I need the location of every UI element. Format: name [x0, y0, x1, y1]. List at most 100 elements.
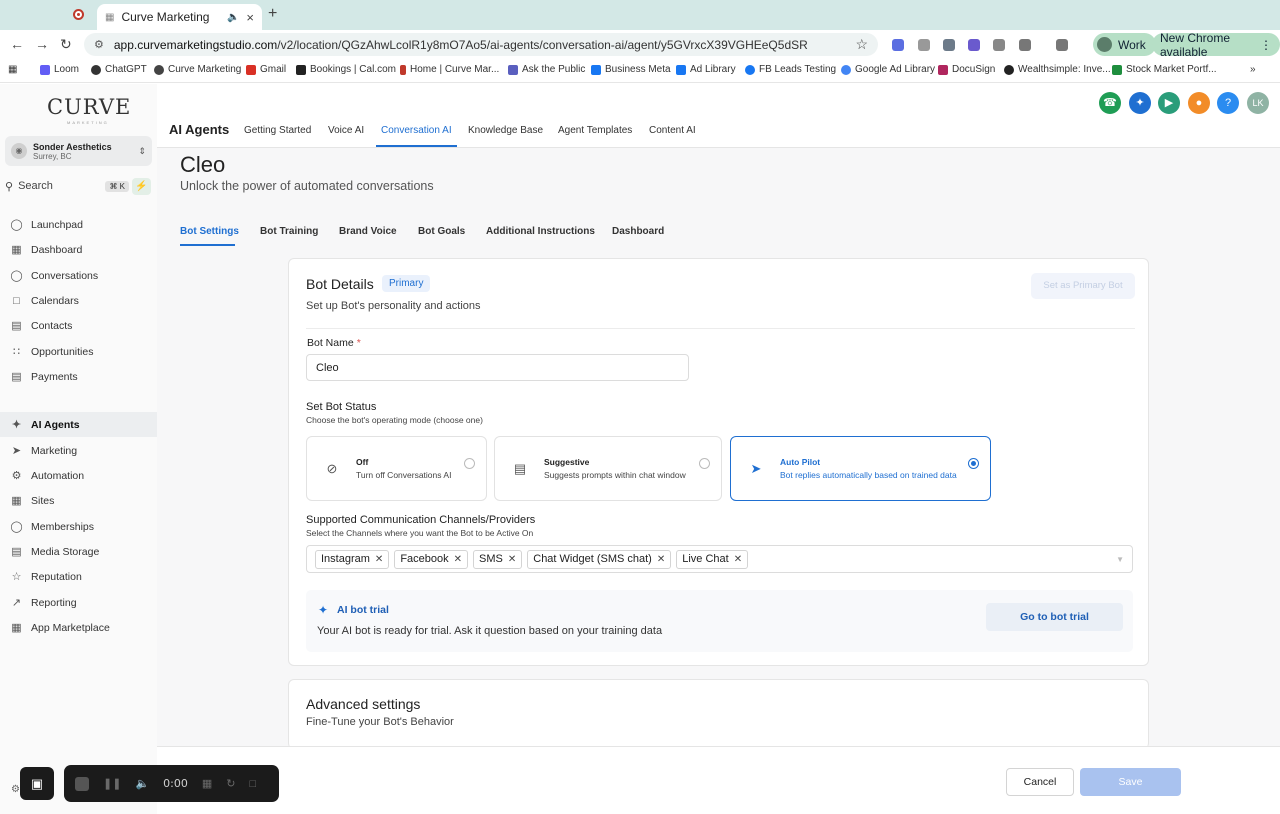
profile-button[interactable]: Work: [1093, 33, 1156, 56]
extension-icon[interactable]: [943, 39, 955, 51]
tab-dashboard[interactable]: Dashboard: [612, 226, 664, 237]
bookmark-item[interactable]: ChatGPT: [91, 64, 147, 75]
sidebar-item-media-storage[interactable]: ▤ Media Storage: [0, 539, 157, 564]
megaphone-icon[interactable]: ▶: [1158, 92, 1180, 114]
radio-suggestive[interactable]: [699, 458, 710, 469]
status-option-off[interactable]: ⊘ Off Turn off Conversations AI: [306, 436, 487, 501]
bookmark-item[interactable]: Business Meta: [591, 64, 671, 75]
url-text[interactable]: app.curvemarketingstudio.com/v2/location…: [114, 38, 846, 52]
tab-content-ai[interactable]: Content AI: [649, 125, 696, 136]
sidebar-item-reputation[interactable]: ☆ Reputation: [0, 564, 157, 589]
bookmark-item[interactable]: Home | Curve Mar...: [400, 64, 499, 75]
tab-bot-settings[interactable]: Bot Settings: [180, 226, 239, 237]
quick-action-bolt-icon[interactable]: ⚡: [132, 178, 151, 195]
bookmark-item[interactable]: Google Ad Library: [841, 64, 935, 75]
remove-chip-icon[interactable]: ✕: [508, 554, 516, 565]
grid-icon[interactable]: ▦: [202, 777, 212, 790]
back-button[interactable]: ←: [10, 36, 24, 52]
bookmark-item[interactable]: Bookings | Cal.com: [296, 64, 396, 75]
site-settings-icon[interactable]: ⚙: [94, 38, 104, 51]
sidebar-item-sites[interactable]: ▦ Sites: [0, 488, 157, 513]
tab-agent-templates[interactable]: Agent Templates: [558, 125, 632, 136]
stop-recording-icon[interactable]: [75, 776, 89, 791]
sidebar-item-contacts[interactable]: ▤ Contacts: [0, 313, 157, 338]
tab-voice-ai[interactable]: Voice AI: [328, 125, 364, 136]
bookmark-item[interactable]: FB Leads Testing: [745, 64, 836, 75]
status-option-suggestive[interactable]: ▤ Suggestive Suggests prompts within cha…: [494, 436, 722, 501]
bookmark-item[interactable]: Stock Market Portf...: [1112, 64, 1217, 75]
sidebar-item-automation[interactable]: ⚙ Automation: [0, 463, 157, 488]
sidebar-item-memberships[interactable]: ◯ Memberships: [0, 514, 157, 539]
set-primary-bot-button[interactable]: Set as Primary Bot: [1031, 273, 1135, 299]
more-menu-icon[interactable]: ⋮: [1260, 38, 1272, 52]
go-to-bot-trial-button[interactable]: Go to bot trial: [986, 603, 1123, 631]
extension-icon[interactable]: [918, 39, 930, 51]
channels-multiselect[interactable]: Instagram ✕ Facebook ✕ SMS ✕ Chat Widget (S…: [306, 545, 1133, 573]
remove-chip-icon[interactable]: ✕: [734, 554, 742, 565]
advanced-settings-card[interactable]: Advanced settings Fine-Tune your Bot's B…: [288, 679, 1149, 749]
sidebar-item-reporting[interactable]: ↗ Reporting: [0, 590, 157, 615]
bookmark-item[interactable]: DocuSign: [938, 64, 995, 75]
bookmark-item[interactable]: Curve Marketing: [154, 64, 241, 75]
sidebar-item-opportunities[interactable]: ∷ Opportunities: [0, 339, 157, 364]
tab-getting-started[interactable]: Getting Started: [244, 125, 311, 136]
remove-chip-icon[interactable]: ✕: [454, 554, 462, 565]
browser-tab[interactable]: ▦ Curve Marketing 🔈 ×: [97, 4, 262, 30]
bookmark-item[interactable]: Loom: [40, 64, 79, 75]
extension-icon[interactable]: [892, 39, 904, 51]
audio-icon[interactable]: 🔈: [227, 12, 239, 23]
sidebar-item-dashboard[interactable]: ▦ Dashboard: [0, 237, 157, 262]
extension-icon[interactable]: [968, 39, 980, 51]
phone-icon[interactable]: ☎: [1099, 92, 1121, 114]
sidebar-item-app-marketplace[interactable]: ▦ App Marketplace: [0, 615, 157, 640]
tab-bot-training[interactable]: Bot Training: [260, 226, 318, 237]
sidebar-item-ai-agents[interactable]: ✦ AI Agents: [0, 412, 157, 437]
radio-auto-pilot[interactable]: [968, 458, 979, 469]
reload-button[interactable]: ↻: [60, 36, 72, 53]
bookmark-item[interactable]: Gmail: [246, 64, 286, 75]
tab-knowledge-base[interactable]: Knowledge Base: [468, 125, 543, 136]
save-button[interactable]: Save: [1080, 768, 1181, 796]
trash-icon[interactable]: □: [249, 778, 256, 790]
mute-icon[interactable]: 🔈: [135, 777, 149, 790]
tab-brand-voice[interactable]: Brand Voice: [339, 226, 397, 237]
camera-icon[interactable]: ▣: [20, 767, 54, 800]
camera-extension-icon[interactable]: [993, 39, 1005, 51]
sidebar-search[interactable]: ⚲ Search ⌘ K: [5, 177, 129, 195]
bell-icon[interactable]: ●: [1188, 92, 1210, 114]
remove-chip-icon[interactable]: ✕: [375, 554, 383, 565]
sidebar-item-marketing[interactable]: ➤ Marketing: [0, 438, 157, 463]
bookmark-item[interactable]: Wealthsimple: Inve...: [1004, 64, 1111, 75]
close-tab-icon[interactable]: ×: [246, 10, 254, 25]
restart-icon[interactable]: ↻: [226, 777, 235, 790]
bookmark-item[interactable]: Ask the Public: [508, 64, 585, 75]
chrome-update-button[interactable]: New Chrome available ⋮: [1152, 31, 1280, 59]
address-bar[interactable]: ⚙ app.curvemarketingstudio.com/v2/locati…: [84, 33, 878, 56]
sidebar-item-launchpad[interactable]: ◯ Launchpad: [0, 212, 157, 237]
magic-wand-icon[interactable]: ✦: [1129, 92, 1151, 114]
bookmark-star-icon[interactable]: ☆: [855, 36, 868, 53]
extensions-puzzle-icon[interactable]: [1019, 39, 1031, 51]
sidebar-item-conversations[interactable]: ◯ Conversations: [0, 263, 157, 288]
bot-name-input[interactable]: Cleo: [306, 354, 689, 381]
new-tab-button[interactable]: +: [268, 5, 277, 23]
tab-search-icon[interactable]: [1056, 39, 1068, 51]
apps-grid-icon[interactable]: ▦: [8, 64, 17, 75]
remove-chip-icon[interactable]: ✕: [657, 554, 665, 565]
sidebar-item-payments[interactable]: ▤ Payments: [0, 364, 157, 389]
user-avatar[interactable]: LK: [1247, 92, 1269, 114]
radio-off[interactable]: [464, 458, 475, 469]
tab-additional-instructions[interactable]: Additional Instructions: [486, 226, 595, 237]
cancel-button[interactable]: Cancel: [1006, 768, 1074, 796]
chevron-down-icon[interactable]: ▼: [1116, 555, 1124, 564]
pause-icon[interactable]: ❚❚: [103, 777, 121, 790]
location-switcher[interactable]: ◉ Sonder Aesthetics Surrey, BC ⇕: [5, 136, 152, 166]
more-bookmarks-icon[interactable]: »: [1250, 64, 1256, 75]
forward-button[interactable]: →: [35, 36, 49, 52]
help-icon[interactable]: ?: [1217, 92, 1239, 114]
sidebar-item-calendars[interactable]: □ Calendars: [0, 288, 157, 313]
bookmark-item[interactable]: Ad Library: [676, 64, 736, 75]
tab-conversation-ai[interactable]: Conversation AI: [381, 125, 452, 136]
tab-bot-goals[interactable]: Bot Goals: [418, 226, 465, 237]
status-option-auto-pilot[interactable]: ➤ Auto Pilot Bot replies automatically b…: [730, 436, 991, 501]
